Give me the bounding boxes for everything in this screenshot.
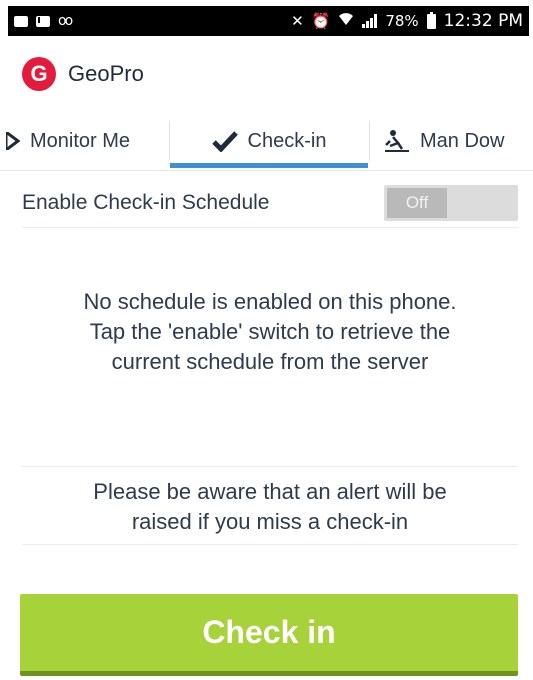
no-schedule-message: No schedule is enabled on this phone. Ta… — [20, 287, 520, 377]
status-right-icons: ✕ ⏰ 78% 12:32 PM — [291, 11, 523, 31]
tab-label: Man Dow — [420, 129, 505, 152]
toggle-state: Off — [387, 188, 447, 218]
monitor-icon — [6, 132, 20, 150]
check-in-button[interactable]: Check in — [20, 594, 518, 676]
wifi-icon — [338, 12, 354, 30]
tab-label: Check-in — [247, 129, 327, 152]
message-line: current schedule from the server — [111, 349, 429, 374]
message-line: No schedule is enabled on this phone. — [83, 289, 457, 314]
voicemail-icon: oo — [58, 13, 73, 29]
tab-monitor-me[interactable]: Monitor Me — [0, 113, 168, 169]
app-bar: G GeoPro — [22, 52, 144, 96]
battery-percent: 78% — [385, 12, 419, 30]
tab-label: Monitor Me — [30, 129, 131, 152]
mute-icon: ✕ — [291, 12, 304, 30]
divider — [22, 466, 518, 467]
message-line: Please be aware that an alert will be — [93, 479, 447, 504]
selected-tab-indicator — [170, 163, 368, 168]
notification-icon — [14, 15, 28, 27]
enable-schedule-toggle[interactable]: Off — [384, 185, 518, 221]
app-title: GeoPro — [68, 61, 144, 86]
mail-icon — [36, 15, 52, 27]
alarm-icon: ⏰ — [311, 12, 331, 30]
message-line: raised if you miss a check-in — [131, 509, 409, 534]
tab-check-in[interactable]: Check-in — [170, 113, 368, 169]
divider — [22, 544, 518, 545]
status-left-icons: oo — [14, 13, 73, 29]
tab-bar-divider — [0, 170, 533, 171]
alert-notice: Please be aware that an alert will be ra… — [20, 477, 520, 537]
man-down-icon — [384, 129, 410, 153]
divider — [22, 227, 518, 228]
signal-icon — [362, 14, 378, 28]
tab-man-down[interactable]: Man Dow — [378, 113, 533, 169]
enable-schedule-row: Enable Check-in Schedule Off — [22, 180, 518, 226]
tab-divider — [369, 121, 370, 161]
enable-schedule-label: Enable Check-in Schedule — [22, 191, 270, 214]
status-bar: oo ✕ ⏰ 78% 12:32 PM — [8, 6, 529, 36]
message-line: Tap the 'enable' switch to retrieve the — [89, 319, 451, 344]
battery-icon — [426, 11, 436, 29]
clock: 12:32 PM — [443, 11, 523, 31]
checkmark-icon — [211, 130, 238, 152]
geopro-logo-icon: G — [22, 57, 56, 91]
